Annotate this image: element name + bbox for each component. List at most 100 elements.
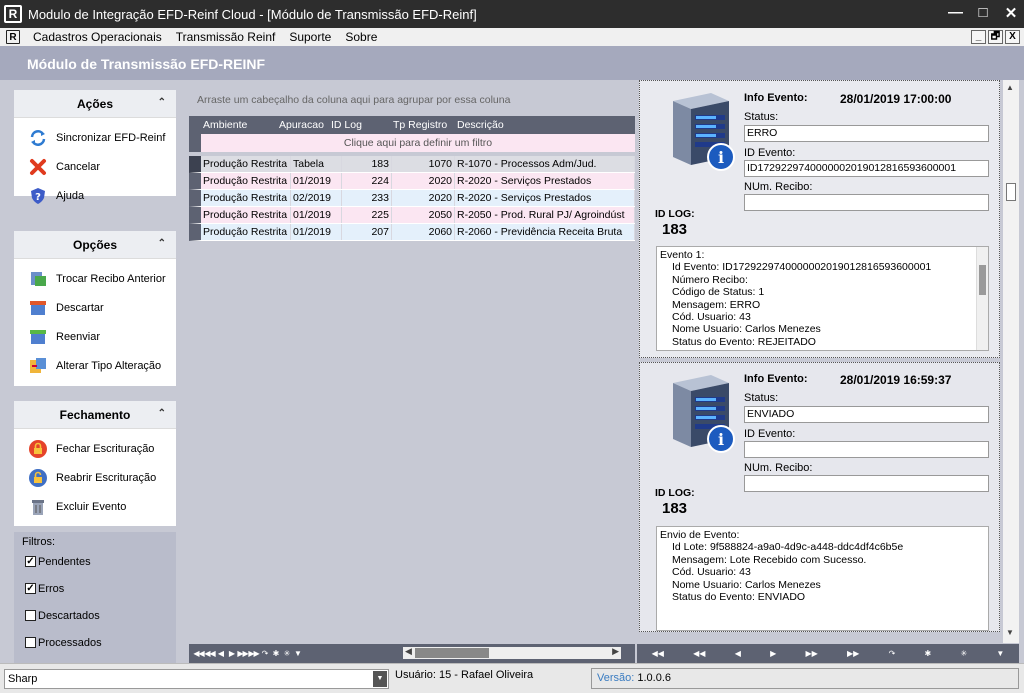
descartar-label: Descartar — [56, 301, 104, 314]
refresh-icon[interactable]: ↷ — [889, 649, 896, 658]
reenviar-button[interactable]: Reenviar — [14, 322, 176, 351]
descartar-button[interactable]: Descartar — [14, 293, 176, 322]
col-ambiente[interactable]: Ambiente — [189, 116, 277, 134]
close-button[interactable]: ✕ — [1004, 4, 1018, 22]
prev-page-icon[interactable]: ◀◀ — [204, 649, 215, 658]
menu-suporte[interactable]: Suporte — [282, 30, 338, 44]
group-by-hint[interactable]: Arraste um cabeçalho da coluna aqui para… — [197, 94, 510, 106]
fechamento-group-header[interactable]: Fechamento ⌃ — [14, 401, 176, 429]
next-record-icon[interactable]: ▶ — [226, 649, 237, 658]
menu-cadastros[interactable]: Cadastros Operacionais — [26, 30, 169, 44]
log-line: Código de Status: 1 — [672, 286, 765, 299]
collapse-chevron-icon[interactable]: ⌃ — [158, 238, 166, 249]
pendentes-checkbox[interactable]: ✓ — [25, 556, 36, 567]
menu-transmissao[interactable]: Transmissão Reinf — [169, 30, 283, 44]
filter-descartados[interactable]: Descartados — [14, 602, 176, 629]
alterar-tipo-button[interactable]: Alterar Tipo Alteração — [14, 351, 176, 380]
log-line: Envio de Evento: — [660, 529, 740, 541]
swap-receipt-icon — [28, 269, 48, 289]
table-row[interactable]: Produção Restrita Tabela 183 1070 R-1070 - P… — [189, 156, 635, 173]
minimize-button[interactable]: — — [948, 4, 963, 22]
edit-record-icon[interactable]: ✳ — [281, 649, 292, 658]
log-line: Status do Evento: REJEITADO — [672, 335, 816, 348]
cell-ambiente: Produção Restrita — [201, 156, 291, 172]
add-record-icon[interactable]: ✱ — [270, 649, 281, 658]
status-field[interactable]: ENVIADO — [744, 406, 989, 423]
horizontal-scrollbar[interactable]: ◀ ▶ — [403, 646, 621, 659]
grid-filter-row[interactable]: Clique aqui para definir um filtro — [189, 134, 635, 152]
scroll-thumb[interactable] — [415, 648, 489, 658]
col-id-log[interactable]: ID Log — [329, 116, 391, 134]
collapse-chevron-icon[interactable]: ⌃ — [158, 408, 166, 419]
ajuda-button[interactable]: ? Ajuda — [14, 181, 176, 210]
status-field[interactable]: ERRO — [744, 125, 989, 142]
add-record-icon[interactable]: ✱ — [925, 649, 932, 658]
first-page-icon[interactable]: ◀◀ — [652, 649, 664, 658]
log-scrollbar[interactable] — [976, 247, 988, 350]
log-line: Mensagem: Lote Recebido com Sucesso. — [672, 553, 867, 566]
prev-record-icon[interactable]: ◀ — [735, 649, 741, 658]
filter-icon[interactable]: ▼ — [292, 649, 303, 658]
refresh-icon[interactable]: ↷ — [259, 649, 270, 658]
sincronizar-label: Sincronizar EFD-Reinf — [56, 131, 166, 144]
sync-icon — [28, 128, 48, 148]
scroll-right-icon[interactable]: ▶ — [612, 646, 619, 657]
sincronizar-button[interactable]: Sincronizar EFD-Reinf — [14, 123, 176, 152]
num-recibo-field[interactable] — [744, 194, 989, 211]
col-apuracao[interactable]: Apuracao — [277, 116, 329, 134]
excluir-evento-button[interactable]: Excluir Evento — [14, 492, 176, 521]
collapse-chevron-icon[interactable]: ⌃ — [158, 97, 166, 108]
erros-checkbox[interactable]: ✓ — [25, 583, 36, 594]
next-page-icon[interactable]: ▶▶ — [237, 649, 248, 658]
table-row[interactable]: Produção Restrita 01/2019 207 2060 R-2060 - … — [189, 224, 635, 241]
prev-page-icon[interactable]: ◀◀ — [693, 649, 705, 658]
id-evento-field[interactable] — [744, 441, 989, 458]
table-row[interactable]: Produção Restrita 02/2019 233 2020 R-2020 - … — [189, 190, 635, 207]
mdi-restore-button[interactable]: 🗗 — [988, 30, 1003, 44]
table-row[interactable]: Produção Restrita 01/2019 224 2020 R-2020 - … — [189, 173, 635, 190]
num-recibo-field[interactable] — [744, 475, 989, 492]
col-descricao[interactable]: Descrição — [451, 116, 504, 134]
processados-checkbox[interactable] — [25, 637, 36, 648]
scroll-left-icon[interactable]: ◀ — [405, 646, 412, 657]
maximize-button[interactable]: □ — [976, 4, 990, 22]
next-record-icon[interactable]: ▶ — [770, 649, 776, 658]
last-page-icon[interactable]: ▶▶ — [847, 649, 859, 658]
vertical-scrollbar[interactable]: ▲ ▼ — [1003, 80, 1019, 643]
fechar-escrituracao-button[interactable]: Fechar Escrituração — [14, 434, 176, 463]
filter-erros[interactable]: ✓ Erros — [14, 575, 176, 602]
menu-sobre[interactable]: Sobre — [338, 30, 384, 44]
cell-ambiente: Produção Restrita — [201, 190, 291, 206]
chevron-down-icon[interactable]: ▼ — [373, 671, 387, 687]
table-row[interactable]: Produção Restrita 01/2019 225 2050 R-2050 - … — [189, 207, 635, 224]
id-evento-field[interactable]: ID1729229740000002019012816593600001 — [744, 160, 989, 177]
vscroll-thumb[interactable] — [1006, 183, 1016, 201]
last-page-icon[interactable]: ▶▶ — [248, 649, 259, 658]
server-info-icon: i — [673, 93, 735, 171]
cancelar-button[interactable]: Cancelar — [14, 152, 176, 181]
reenviar-label: Reenviar — [56, 330, 101, 343]
event-log-text[interactable]: Envio de Evento: Id Lote: 9f588824-a9a0-4… — [656, 526, 989, 631]
acoes-group-header[interactable]: Ações ⌃ — [14, 90, 176, 118]
reabrir-escrituracao-button[interactable]: Reabrir Escrituração — [14, 463, 176, 492]
descartados-checkbox[interactable] — [25, 610, 36, 621]
log-line: Evento 1: — [660, 249, 705, 261]
prev-record-icon[interactable]: ◀ — [215, 649, 226, 658]
module-header: Módulo de Transmissão EFD-REINF — [0, 46, 1024, 80]
filter-processados[interactable]: Processados — [14, 629, 176, 656]
scroll-down-icon[interactable]: ▼ — [1006, 628, 1014, 637]
trocar-recibo-button[interactable]: Trocar Recibo Anterior — [14, 264, 176, 293]
mdi-close-button[interactable]: X — [1005, 30, 1020, 44]
filter-pendentes[interactable]: ✓ Pendentes — [14, 548, 176, 575]
scroll-up-icon[interactable]: ▲ — [1006, 83, 1014, 92]
opcoes-group-header[interactable]: Opções ⌃ — [14, 231, 176, 259]
log-scroll-thumb[interactable] — [979, 265, 986, 295]
col-tp-registro[interactable]: Tp Registro — [391, 116, 451, 134]
event-log-text[interactable]: Evento 1: Id Evento: ID172922974000000201… — [656, 246, 989, 351]
company-select[interactable]: Sharp ▼ — [4, 669, 389, 689]
first-page-icon[interactable]: ◀◀ — [193, 649, 204, 658]
mdi-minimize-button[interactable]: _ — [971, 30, 986, 44]
next-page-icon[interactable]: ▶▶ — [805, 649, 817, 658]
edit-record-icon[interactable]: ✳ — [960, 649, 967, 658]
filter-icon[interactable]: ▼ — [996, 649, 1004, 658]
